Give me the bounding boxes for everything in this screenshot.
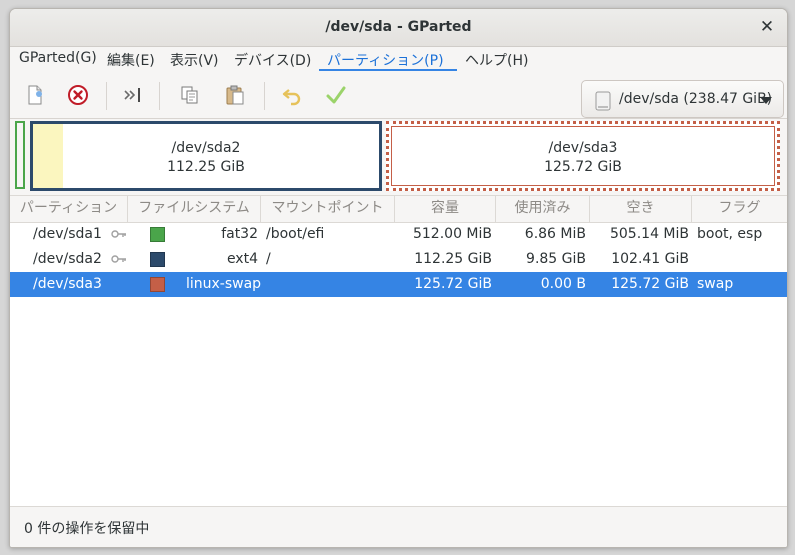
delete-icon (68, 85, 88, 105)
mountpoint-cell: / (266, 251, 271, 267)
new-partition-button[interactable] (19, 80, 51, 110)
partition-table: パーティション ファイルシステム マウントポイント 容量 使用済み 空き フラグ… (10, 195, 787, 506)
active-menu-underline (319, 69, 457, 71)
delete-partition-button[interactable] (62, 80, 94, 110)
size-cell: 125.72 GiB (414, 276, 492, 292)
gparted-window: /dev/sda - GParted ✕ GParted(G) 編集(E) 表示… (9, 8, 788, 548)
partition-name: /dev/sda3 (548, 140, 618, 156)
menu-device[interactable]: デバイス(D) (234, 50, 311, 70)
column-header-size[interactable]: 容量 (395, 196, 496, 222)
used-cell: 9.85 GiB (526, 251, 586, 267)
menu-partition[interactable]: パーティション(P) (327, 50, 444, 70)
menu-help[interactable]: ヘルプ(H) (465, 50, 528, 70)
partition-size: 112.25 GiB (167, 159, 245, 175)
filesystem-color-swatch (150, 227, 165, 242)
used-cell: 0.00 B (540, 276, 586, 292)
paste-icon (226, 85, 244, 105)
partition-cell: /dev/sda1 (33, 226, 102, 242)
toolbar-separator (106, 82, 107, 110)
undo-icon (282, 89, 301, 106)
filesystem-color-swatch (150, 252, 165, 267)
pending-operations-status: 0 件の操作を保留中 (24, 521, 150, 537)
menu-gparted[interactable]: GParted(G) (19, 50, 97, 66)
window-title: /dev/sda - GParted (325, 19, 472, 35)
table-header: パーティション ファイルシステム マウントポイント 容量 使用済み 空き フラグ (10, 196, 787, 223)
diskmap-partition-sda3[interactable]: /dev/sda3 125.72 GiB (386, 121, 780, 191)
copy-icon (181, 86, 198, 104)
column-header-mountpoint[interactable]: マウントポイント (261, 196, 395, 222)
copy-button[interactable] (174, 80, 206, 110)
new-document-icon (28, 85, 42, 105)
close-window-button[interactable]: ✕ (757, 17, 777, 37)
unused-cell: 505.14 MiB (609, 226, 689, 242)
used-space-bar (33, 124, 64, 188)
flags-cell: boot, esp (697, 226, 763, 242)
toolbar-separator (159, 82, 160, 110)
column-header-filesystem[interactable]: ファイルシステム (128, 196, 261, 222)
column-header-used[interactable]: 使用済み (496, 196, 590, 222)
column-header-flags[interactable]: フラグ (692, 196, 787, 222)
device-label: /dev/sda (238.47 GiB) (619, 91, 773, 107)
partition-name: /dev/sda2 (171, 140, 241, 156)
diskmap-partition-sda2[interactable]: /dev/sda2 112.25 GiB (30, 121, 382, 191)
partition-size: 125.72 GiB (544, 159, 622, 175)
partition-cell: /dev/sda3 (33, 276, 102, 292)
size-cell: 512.00 MiB (412, 226, 492, 242)
filesystem-color-swatch (150, 277, 165, 292)
paste-button[interactable] (219, 80, 251, 110)
menu-view[interactable]: 表示(V) (170, 50, 219, 70)
flags-cell: swap (697, 276, 734, 292)
menu-edit[interactable]: 編集(E) (107, 50, 155, 70)
table-row[interactable]: /dev/sda2 ext4 / 112.25 GiB 9.85 GiB 102… (10, 247, 787, 272)
column-header-unused[interactable]: 空き (590, 196, 692, 222)
menu-bar: GParted(G) 編集(E) 表示(V) デバイス(D) パーティション(P… (10, 47, 787, 72)
size-cell: 112.25 GiB (414, 251, 492, 267)
hard-disk-icon (595, 91, 611, 111)
checkmark-icon (326, 86, 346, 104)
filesystem-cell: ext4 (226, 251, 258, 267)
table-row-selected[interactable]: /dev/sda3 linux-swap 125.72 GiB 0.00 B 1… (10, 272, 787, 297)
title-bar: /dev/sda - GParted ✕ (10, 9, 787, 47)
close-icon: ✕ (759, 17, 775, 37)
device-selector[interactable]: /dev/sda (238.47 GiB) (581, 80, 784, 118)
status-bar: 0 件の操作を保留中 (10, 506, 787, 547)
filesystem-cell: fat32 (221, 226, 258, 242)
column-header-partition[interactable]: パーティション (10, 196, 128, 222)
table-row[interactable]: /dev/sda1 fat32 /boot/efi 512.00 MiB 6.8… (10, 222, 787, 247)
partition-cell: /dev/sda2 (33, 251, 102, 267)
swap-border (391, 126, 775, 186)
filesystem-cell: linux-swap (186, 276, 262, 292)
resize-move-button[interactable] (117, 80, 149, 110)
unused-cell: 102.41 GiB (611, 251, 689, 267)
key-icon (111, 230, 126, 238)
apply-button[interactable] (320, 80, 352, 110)
disk-map: /dev/sda2 112.25 GiB /dev/sda3 125.72 Gi… (10, 119, 787, 193)
toolbar-separator (264, 82, 265, 110)
undo-button[interactable] (276, 80, 308, 110)
key-icon (111, 255, 126, 263)
toolbar: /dev/sda (238.47 GiB) (10, 72, 787, 119)
unused-cell: 125.72 GiB (611, 276, 689, 292)
used-cell: 6.86 MiB (524, 226, 586, 242)
mountpoint-cell: /boot/efi (266, 226, 325, 242)
resize-move-icon (124, 88, 140, 102)
diskmap-partition-sda1[interactable] (15, 121, 25, 189)
chevron-down-icon (760, 97, 772, 104)
